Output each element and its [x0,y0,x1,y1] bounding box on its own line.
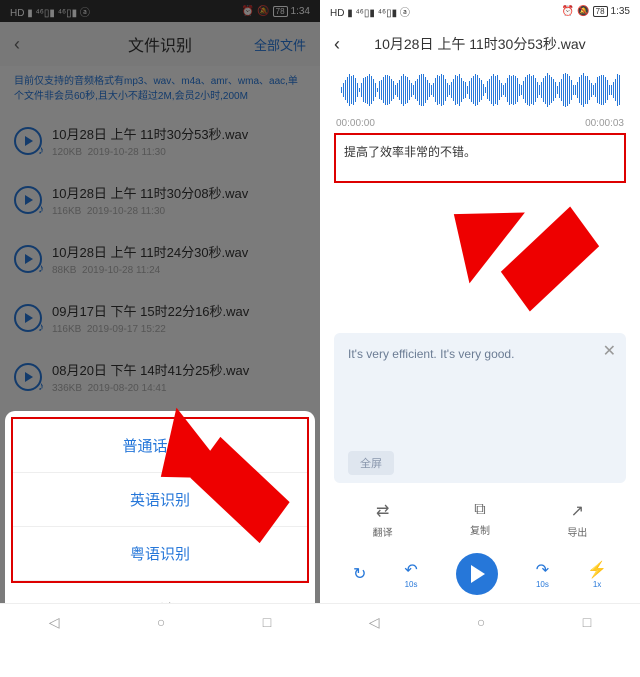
status-left-icons: HD ▮ ⁴⁶▯▮ ⁴⁶▯▮ ⓐ [330,4,410,19]
translated-text: It's very efficient. It's very good. [348,347,612,451]
export-icon: ↗ [571,501,584,521]
nav-home-icon[interactable]: ○ [157,614,165,630]
translate-icon: ⇄ [376,501,389,521]
file-title: 10月28日 上午 11时30分53秒.wav [374,34,585,54]
left-screen: HD ▮ ⁴⁶▯▮ ⁴⁶▯▮ ⓐ ⏰ 🔕 78 1:34 ‹ 文件识别 全部文件… [0,0,320,640]
nav-home-icon[interactable]: ○ [477,614,485,630]
tool-row: ⇄翻译 ⧉复制 ↗导出 [334,491,626,545]
copy-tool[interactable]: ⧉复制 [470,501,490,539]
waveform-display[interactable] [320,66,640,114]
system-nav-bar: ◁ ○ □ [0,603,320,640]
fullscreen-button[interactable]: 全屏 [348,451,394,475]
alarm-icon: ⏰ [562,6,574,17]
playback-bar: ↻ ↶10s ↷10s ⚡1x [320,545,640,603]
rewind-10s-button[interactable]: ↶10s [404,560,417,589]
time-start: 00:00:00 [336,118,375,129]
nav-recent-icon[interactable]: □ [583,614,591,630]
right-header: ‹ 10月28日 上午 11时30分53秒.wav [320,22,640,66]
battery-indicator: 78 [593,6,608,17]
forward-10s-button[interactable]: ↷10s [536,560,549,589]
loop-button[interactable]: ↻ [353,564,366,584]
speed-button[interactable]: ⚡1x [587,560,607,589]
nav-recent-icon[interactable]: □ [263,614,271,630]
time-row: 00:00:00 00:00:03 [320,114,640,133]
status-bar-right: HD ▮ ⁴⁶▯▮ ⁴⁶▯▮ ⓐ ⏰ 🔕 78 1:35 [320,0,640,22]
nav-back-icon[interactable]: ◁ [369,614,380,631]
clock-time: 1:35 [611,6,630,17]
translate-tool[interactable]: ⇄翻译 [373,501,393,539]
nav-back-icon[interactable]: ◁ [49,614,60,631]
silent-icon: 🔕 [577,6,589,17]
system-nav-bar: ◁ ○ □ [320,603,640,640]
translation-box: ✕ It's very efficient. It's very good. 全… [334,333,626,483]
recognized-text-box[interactable]: 提高了效率非常的不错。 [334,133,626,183]
back-button[interactable]: ‹ [334,34,340,55]
status-right-icons: ⏰ 🔕 78 1:35 [562,6,630,17]
close-icon[interactable]: ✕ [603,341,616,361]
export-tool[interactable]: ↗导出 [567,501,587,539]
play-button[interactable] [456,553,498,595]
copy-icon: ⧉ [474,501,485,519]
time-end: 00:00:03 [585,118,624,129]
right-screen: HD ▮ ⁴⁶▯▮ ⁴⁶▯▮ ⓐ ⏰ 🔕 78 1:35 ‹ 10月28日 上午… [320,0,640,640]
